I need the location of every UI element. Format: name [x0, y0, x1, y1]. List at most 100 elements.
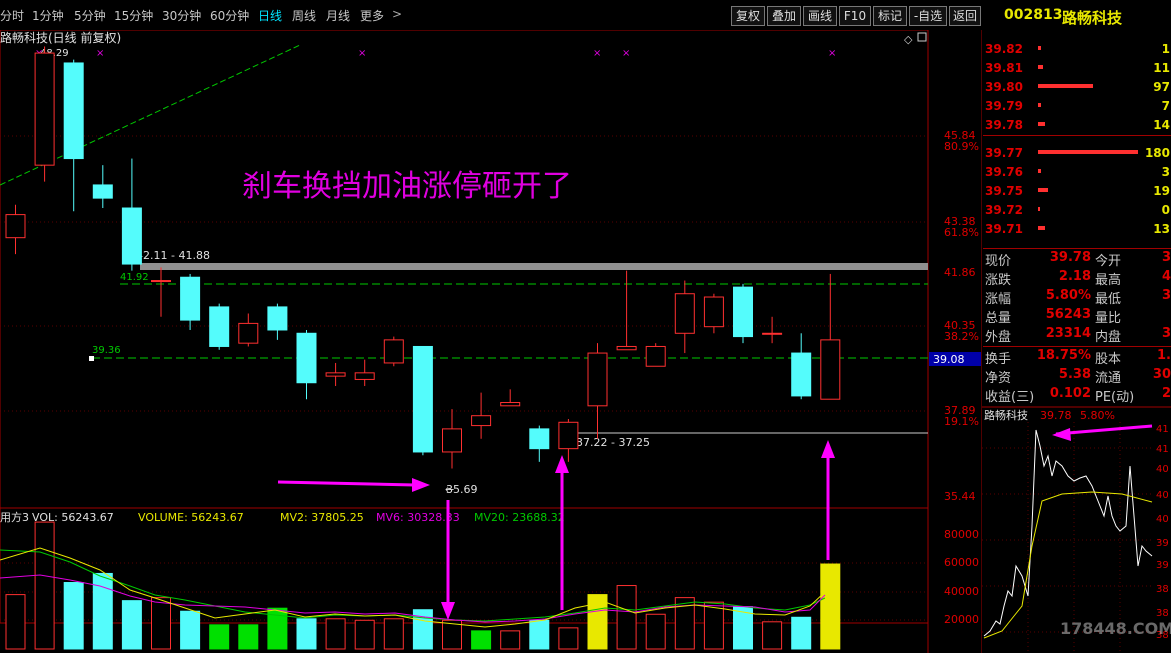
- volume-bar[interactable]: [63, 582, 84, 650]
- period-tab-monthly[interactable]: 月线: [326, 7, 350, 24]
- volume-bar[interactable]: [558, 627, 579, 650]
- candle[interactable]: [558, 421, 579, 450]
- volume-bar[interactable]: [180, 610, 201, 650]
- volume-bar[interactable]: [5, 594, 26, 650]
- event-marker-icon[interactable]: ×: [622, 48, 630, 59]
- candle[interactable]: [354, 372, 375, 380]
- ask-row[interactable]: 39.82 1: [983, 39, 1171, 58]
- candle[interactable]: [616, 345, 637, 351]
- candle[interactable]: [34, 52, 55, 166]
- period-tab-60min[interactable]: 60分钟: [210, 7, 249, 24]
- mark-button[interactable]: 标记: [873, 6, 907, 26]
- event-markers: × × × × × ×: [35, 48, 836, 59]
- volume-bar[interactable]: [762, 621, 783, 650]
- volume-bar[interactable]: [820, 563, 841, 650]
- overlay-button[interactable]: 叠加: [767, 6, 801, 26]
- candle[interactable]: [791, 352, 812, 397]
- candle[interactable]: [500, 402, 521, 407]
- candle[interactable]: [5, 214, 26, 239]
- bid-volume-bar: [1038, 226, 1045, 230]
- volume-bar[interactable]: [383, 618, 404, 650]
- candle[interactable]: [180, 276, 201, 321]
- period-tab-daily[interactable]: 日线: [258, 7, 282, 24]
- quote-label: 总量: [985, 311, 1012, 326]
- candle[interactable]: [471, 415, 492, 427]
- period-tab-30min[interactable]: 30分钟: [162, 7, 201, 24]
- volume-bar[interactable]: [354, 619, 375, 650]
- period-tab-5min[interactable]: 5分钟: [74, 7, 106, 24]
- bid-row[interactable]: 39.72 0: [983, 200, 1171, 219]
- candle[interactable]: [442, 428, 462, 453]
- volume-bar[interactable]: [529, 619, 550, 650]
- candle[interactable]: [267, 306, 288, 331]
- back-button[interactable]: 返回: [949, 6, 981, 26]
- volume-bar[interactable]: [121, 600, 142, 650]
- volume-bar[interactable]: [791, 616, 812, 650]
- period-tab-more[interactable]: 更多: [360, 7, 384, 24]
- restore-rights-button[interactable]: 复权: [731, 6, 765, 26]
- line-handle[interactable]: [89, 356, 94, 361]
- event-marker-icon[interactable]: ×: [96, 48, 104, 59]
- volume-bar[interactable]: [645, 613, 666, 650]
- draw-line-button[interactable]: 画线: [803, 6, 837, 26]
- kline-chart[interactable]: 路畅科技(日线 前复权) ◇ 42.11 - 41.88 41.92 39.36…: [0, 30, 982, 653]
- candle[interactable]: [121, 207, 142, 265]
- candle[interactable]: [296, 332, 317, 384]
- event-marker-icon[interactable]: ×: [828, 48, 836, 59]
- volume-bar[interactable]: [471, 630, 492, 650]
- f10-button[interactable]: F10: [839, 6, 871, 26]
- candle[interactable]: [383, 339, 404, 364]
- period-tab-15min[interactable]: 15分钟: [114, 7, 153, 24]
- candle[interactable]: [209, 306, 230, 347]
- diamond-icon[interactable]: ◇: [904, 33, 913, 46]
- candle[interactable]: [762, 332, 783, 335]
- volume-bar[interactable]: [703, 601, 724, 650]
- volume-bar[interactable]: [587, 594, 608, 650]
- window-icon[interactable]: [917, 32, 927, 42]
- volume-bar[interactable]: [500, 630, 521, 650]
- candle[interactable]: [151, 280, 171, 283]
- event-marker-icon[interactable]: ×: [593, 48, 601, 59]
- candle[interactable]: [645, 345, 666, 367]
- quote-value: 56243: [1045, 307, 1091, 322]
- candle[interactable]: [63, 62, 84, 160]
- volume-bar[interactable]: [616, 585, 637, 650]
- bid-row[interactable]: 39.77 180: [983, 143, 1171, 162]
- volume-bar[interactable]: [238, 624, 259, 650]
- candle[interactable]: [820, 339, 841, 400]
- candle[interactable]: [412, 345, 433, 453]
- candle[interactable]: [674, 293, 695, 334]
- candle[interactable]: [325, 372, 346, 377]
- event-marker-icon[interactable]: ×: [358, 48, 366, 59]
- period-tab-fenshi[interactable]: 分时: [0, 7, 24, 24]
- volume-bar[interactable]: [151, 597, 171, 650]
- mini-intraday-chart[interactable]: 路畅科技 39.78 5.80% 41 41 40 40 40 39 39 38…: [982, 406, 1171, 653]
- period-tab-weekly[interactable]: 周线: [292, 7, 316, 24]
- ask-row[interactable]: 39.80 97: [983, 77, 1171, 96]
- candle[interactable]: [587, 352, 608, 407]
- bid-row[interactable]: 39.71 13: [983, 219, 1171, 238]
- period-tab-1min[interactable]: 1分钟: [32, 7, 64, 24]
- quote-label: 涨幅: [985, 292, 1012, 307]
- mini-chart-price: 39.78: [1040, 409, 1072, 422]
- ask-row[interactable]: 39.81 11: [983, 58, 1171, 77]
- bid-row[interactable]: 39.76 3: [983, 162, 1171, 181]
- candle[interactable]: [238, 322, 259, 344]
- ask-row[interactable]: 39.79 7: [983, 96, 1171, 115]
- chevron-right-icon[interactable]: >: [392, 7, 402, 21]
- add-favorite-button[interactable]: -自选: [909, 6, 947, 26]
- volume-bar[interactable]: [296, 618, 317, 650]
- candle[interactable]: [529, 428, 550, 450]
- candle[interactable]: [733, 286, 753, 338]
- volume-bar[interactable]: [325, 618, 346, 650]
- mini-axis-label: 40: [1156, 464, 1169, 475]
- ask-row[interactable]: 39.78 14: [983, 115, 1171, 134]
- bid-volume: 13: [1153, 222, 1170, 236]
- quote-label: 外盘: [985, 330, 1012, 345]
- volume-bar[interactable]: [34, 521, 55, 650]
- candle[interactable]: [703, 296, 724, 328]
- candle[interactable]: [92, 184, 113, 199]
- volume-bar[interactable]: [209, 624, 230, 650]
- bid-row[interactable]: 39.75 19: [983, 181, 1171, 200]
- axis-pct: 19.1%: [944, 415, 979, 428]
